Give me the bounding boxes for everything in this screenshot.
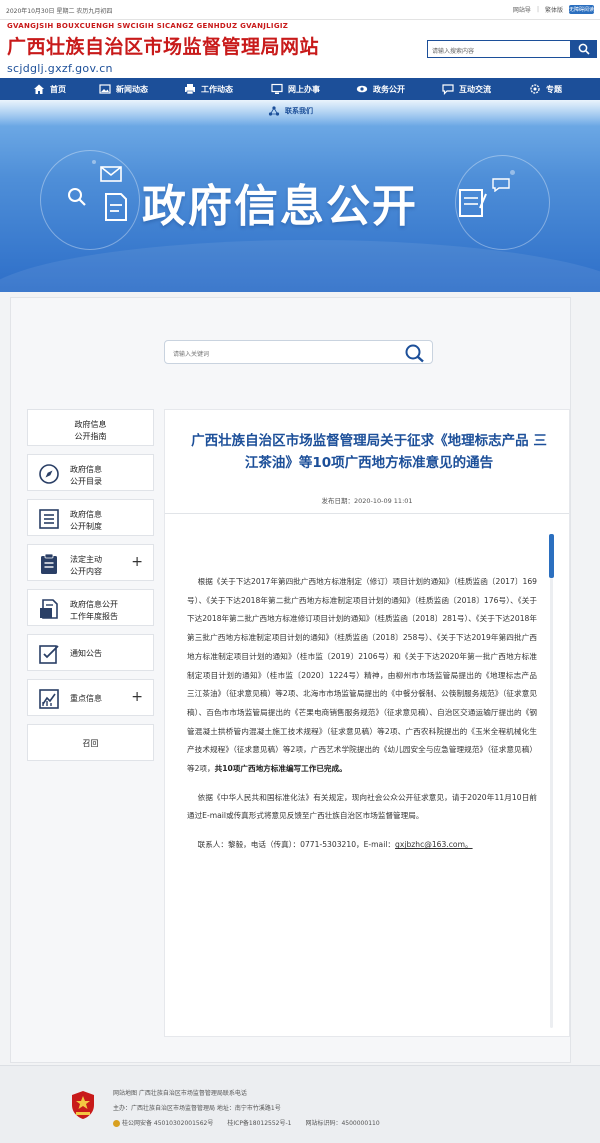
compass-icon [39,464,59,484]
article-bold-text: 共10项广西地方标准编写工作已完成。 [214,764,347,774]
decor-dot [510,170,515,175]
sidebar-item-system[interactable]: 政府信息 公开制度 [27,499,154,536]
sidebar-item-label: 政府信息 公开指南 [74,420,107,441]
separator: | [536,6,539,13]
link-traditional[interactable]: 繁体版 [545,4,563,15]
date-label: 发布日期： [321,497,354,505]
network-icon [268,106,280,116]
list-icon [39,509,59,529]
keyword-search[interactable]: 请输入关键词 [164,340,433,364]
sidebar-item-label: 政府信息 公开制度 [70,510,102,531]
sidebar-item-catalog[interactable]: 政府信息 公开目录 [27,454,154,491]
document-icon [105,193,127,221]
current-date: 2020年10月30日 星期二 农历九月初四 [6,8,113,15]
contact-label: 联系我们 [285,107,313,115]
sidebar-item-notices[interactable]: 通知公告 [27,634,154,671]
nav-gov-affairs[interactable]: 政务公开 [356,83,405,95]
header-search-button[interactable] [571,40,597,58]
envelope-icon [100,166,122,182]
decor-dot [92,160,96,164]
main-nav: 首页 新闻动态 工作动态 网上办事 政务公开 互动交流 专题 [0,78,600,100]
search-icon [578,43,590,55]
nav-special[interactable]: 专题 [529,83,562,95]
home-icon [34,84,44,94]
sidebar-item-label: 政府信息公开 工作年度报告 [70,600,118,621]
top-utility-bar: 2020年10月30日 星期二 农历九月初四 网站导 | 繁体版 无障碍阅读 [0,0,600,20]
scrollbar-track[interactable] [550,578,553,1028]
nav-label: 工作动态 [201,84,233,94]
article-date: 发布日期：2020-10-09 11:01 [165,495,569,505]
keyword-search-input[interactable]: 请输入关键词 [173,349,209,358]
printer-icon [185,84,195,95]
sidebar-item-label: 召回 [82,739,99,748]
site-header: GVANGJSIH BOUXCUENGH SWCIGIH SICANGZ GEN… [0,20,600,78]
article-paragraph: 联系人：黎毅，电话（传真）：0771-5303210，E-mail：gxjbzh… [197,840,473,850]
sidebar-item-statutory[interactable]: 法定主动 公开内容 + [27,544,154,581]
chart-icon [39,689,59,709]
nav-label: 首页 [50,84,66,94]
banner-title: 政府信息公开 [142,181,418,232]
search-icon [68,188,86,206]
sidebar-item-recall[interactable]: 召回 [27,724,154,761]
top-links: 网站导 | 繁体版 无障碍阅读 [513,4,594,15]
nav-interaction[interactable]: 互动交流 [442,83,491,95]
sidebar-item-label: 重点信息 [70,694,102,703]
footer-registration: 桂公网安备 45010302001562号 桂ICP备18012552号-1 网… [113,1118,380,1127]
site-code: 网站标识码：4500000110 [305,1120,380,1127]
nav-contact-us[interactable]: 联系我们 [268,105,313,117]
article-body: 根据《关于下达2017年第四批广西地方标准制定（修订）项目计划的通知》（桂质监函… [187,573,545,865]
date-value: 2020-10-09 11:01 [353,497,413,505]
police-badge-icon [113,1120,120,1127]
sidebar-item-guide[interactable]: 政府信息 公开指南 [27,409,154,446]
hero-banner: 联系我们 政府信息公开 [0,100,600,292]
chat-bubble-icon [492,178,510,192]
nav-label: 网上办事 [288,84,320,94]
nav-work[interactable]: 工作动态 [184,83,233,95]
footer-links[interactable]: 网站地图 广西壮族自治区市场监督管理局联系电话 [113,1088,247,1097]
link-site-nav[interactable]: 网站导 [513,4,531,15]
notepad-icon [459,189,487,217]
clipboard-icon [41,553,57,574]
site-domain: scjdglj.gxzf.gov.cn [7,62,113,75]
nav-home[interactable]: 首页 [33,83,66,95]
site-title-zhuang: GVANGJSIH BOUXCUENGH SWCIGIH SICANGZ GEN… [7,22,289,30]
nav-news[interactable]: 新闻动态 [99,83,148,95]
monitor-icon [271,83,283,94]
nav-label: 政务公开 [373,84,405,94]
article-panel: 广西壮族自治区市场监督管理局关于征求《地理标志产品 三江茶油》等10项广西地方标… [164,409,570,1037]
sidebar-item-label: 通知公告 [70,649,102,658]
icp-record[interactable]: 桂ICP备18012552号-1 [227,1118,291,1127]
eye-icon [356,85,368,93]
email-link[interactable]: gxjbzhc@163.com。 [395,840,473,849]
site-footer: 网站地图 广西壮族自治区市场监督管理局联系电话 主办：广西壮族自治区市场监督管理… [0,1065,600,1143]
header-search-input[interactable]: 请输入搜索内容 [427,40,571,58]
sidebar-item-key-info[interactable]: 重点信息 + [27,679,154,716]
sidebar-item-annual-report[interactable]: 政府信息公开 工作年度报告 [27,589,154,626]
nav-label: 互动交流 [459,84,491,94]
divider [165,513,569,514]
accessibility-button[interactable]: 无障碍阅读 [568,5,594,14]
chat-icon [442,84,454,95]
footer-host-address: 主办：广西壮族自治区市场监督管理局 地址：南宁市竹溪路1号 [113,1105,281,1112]
expand-plus-icon[interactable]: + [131,555,143,569]
site-title[interactable]: 广西壮族自治区市场监督管理局网站 [7,32,319,59]
sidebar-item-label: 政府信息 公开目录 [70,465,102,486]
gongan-record[interactable]: 桂公网安备 45010302001562号 [113,1118,213,1127]
nav-online-service[interactable]: 网上办事 [271,83,320,95]
sidebar-item-label: 法定主动 公开内容 [70,555,102,576]
notice-icon [39,645,59,664]
search-icon[interactable] [404,343,426,363]
nav-label: 新闻动态 [116,84,148,94]
article-paragraph: 根据《关于下达2017年第四批广西地方标准制定（修订）项目计划的通知》（桂质监函… [187,577,545,774]
report-icon [40,599,58,619]
gov-emblem-icon[interactable] [70,1090,96,1120]
article-paragraph: 依据《中华人民共和国标准化法》有关规定，现向社会公众公开征求意见，请于2020年… [187,792,537,821]
nav-label: 专题 [546,84,562,94]
scrollbar-thumb[interactable] [549,534,554,578]
settings-icon [530,84,540,94]
expand-plus-icon[interactable]: + [131,690,143,704]
image-icon [99,84,111,94]
article-title: 广西壮族自治区市场监督管理局关于征求《地理标志产品 三江茶油》等10项广西地方标… [191,433,547,471]
